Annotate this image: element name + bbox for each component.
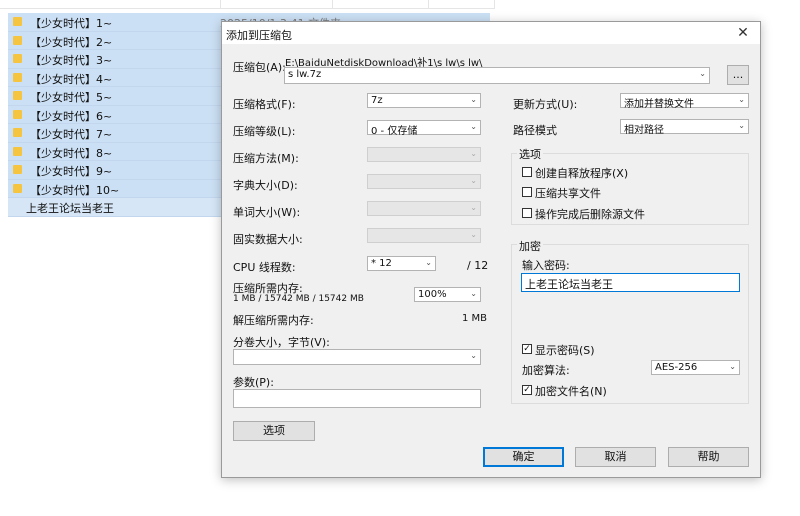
path-mode-label: 路径模式	[513, 124, 557, 137]
column-date[interactable]	[220, 0, 333, 8]
level-label: 压缩等级(L):	[233, 125, 296, 138]
chevron-down-icon: ⌄	[470, 351, 477, 360]
folder-icon	[13, 128, 22, 137]
chevron-down-icon: ⌄	[699, 69, 706, 78]
add-to-archive-dialog: 添加到压缩包 ✕ 压缩包(A): E:\BaiduNetdiskDownload…	[221, 21, 761, 478]
update-mode-select[interactable]: 添加并替换文件 ⌄	[620, 93, 749, 110]
sfx-label[interactable]: 创建自释放程序(X)	[535, 165, 628, 181]
chevron-down-icon: ⌄	[470, 149, 477, 158]
folder-icon	[13, 72, 22, 82]
column-size[interactable]	[428, 0, 495, 8]
chevron-down-icon: ⌄	[738, 121, 745, 130]
browse-button[interactable]: ...	[727, 65, 749, 85]
decompress-memory-label: 解压缩所需内存:	[233, 314, 314, 327]
method-label: 压缩方法(M):	[233, 152, 299, 165]
folder-icon	[13, 109, 22, 119]
level-select[interactable]: 0 - 仅存储 ⌄	[367, 120, 481, 137]
delete-after-label[interactable]: 操作完成后删除源文件	[535, 206, 645, 222]
archive-name-combo[interactable]: s lw.7z ⌄	[284, 67, 710, 84]
dict-size-select: ⌄	[367, 174, 481, 189]
password-label: 输入密码:	[522, 259, 570, 272]
folder-icon	[13, 17, 22, 26]
explorer-column-header	[0, 0, 495, 9]
params-input[interactable]	[233, 389, 481, 408]
folder-icon	[13, 35, 22, 45]
sfx-checkbox[interactable]	[522, 167, 532, 177]
cpu-threads-select[interactable]: * 12 ⌄	[367, 256, 436, 271]
chevron-down-icon: ⌄	[470, 122, 477, 131]
chevron-down-icon: ⌄	[425, 258, 432, 267]
chevron-down-icon: ⌄	[470, 95, 477, 104]
shared-files-label[interactable]: 压缩共享文件	[535, 185, 601, 201]
chevron-down-icon: ⌄	[470, 176, 477, 185]
compress-memory-detail: 1 MB / 15742 MB / 15742 MB	[233, 294, 364, 304]
close-icon[interactable]: ✕	[734, 24, 752, 42]
memory-usage-select[interactable]: 100% ⌄	[414, 287, 481, 302]
encrypt-names-checkbox[interactable]: ✓	[522, 385, 532, 395]
dict-size-label: 字典大小(D):	[233, 179, 298, 192]
encryption-method-select[interactable]: AES-256 ⌄	[651, 360, 740, 375]
folder-icon	[13, 183, 22, 193]
decompress-memory-value: 1 MB	[462, 313, 488, 324]
solid-size-select: ⌄	[367, 228, 481, 243]
options-group-title: 选项	[517, 146, 543, 162]
folder-icon	[13, 146, 22, 156]
folder-icon	[13, 54, 22, 63]
delete-after-checkbox[interactable]	[522, 208, 532, 218]
cancel-button[interactable]: 取消	[575, 447, 656, 467]
folder-icon	[13, 91, 22, 100]
encryption-method-label: 加密算法:	[522, 364, 570, 377]
update-mode-label: 更新方式(U):	[513, 98, 578, 111]
encrypt-names-label[interactable]: 加密文件名(N)	[535, 383, 607, 399]
chevron-down-icon: ⌄	[729, 362, 736, 371]
ok-button[interactable]: 确定	[483, 447, 564, 467]
format-label: 压缩格式(F):	[233, 98, 296, 111]
show-password-checkbox[interactable]: ✓	[522, 344, 532, 354]
cpu-threads-total: / 12	[467, 259, 489, 272]
method-select: ⌄	[367, 147, 481, 162]
folder-icon	[13, 165, 22, 174]
options-button[interactable]: 选项	[233, 421, 315, 441]
archive-label: 压缩包(A):	[233, 61, 286, 74]
split-size-label: 分卷大小，字节(V):	[233, 336, 330, 349]
show-password-label[interactable]: 显示密码(S)	[535, 342, 595, 358]
dialog-title: 添加到压缩包	[226, 29, 292, 42]
cpu-threads-label: CPU 线程数:	[233, 261, 296, 274]
format-select[interactable]: 7z ⌄	[367, 93, 481, 108]
chevron-down-icon: ⌄	[738, 95, 745, 104]
chevron-down-icon: ⌄	[470, 230, 477, 239]
chevron-down-icon: ⌄	[470, 203, 477, 212]
word-size-select: ⌄	[367, 201, 481, 216]
split-size-combo[interactable]: ⌄	[233, 349, 481, 365]
params-label: 参数(P):	[233, 376, 274, 389]
column-type[interactable]	[332, 0, 429, 8]
path-mode-select[interactable]: 相对路径 ⌄	[620, 119, 749, 136]
chevron-down-icon: ⌄	[470, 289, 477, 298]
word-size-label: 单词大小(W):	[233, 206, 301, 219]
column-name[interactable]	[0, 0, 221, 8]
encryption-group-title: 加密	[517, 238, 543, 254]
dialog-titlebar[interactable]: 添加到压缩包 ✕	[222, 22, 760, 44]
shared-files-checkbox[interactable]	[522, 187, 532, 197]
password-input[interactable]: 上老王论坛当老王	[521, 273, 740, 292]
help-button[interactable]: 帮助	[668, 447, 749, 467]
solid-size-label: 固实数据大小:	[233, 233, 303, 246]
